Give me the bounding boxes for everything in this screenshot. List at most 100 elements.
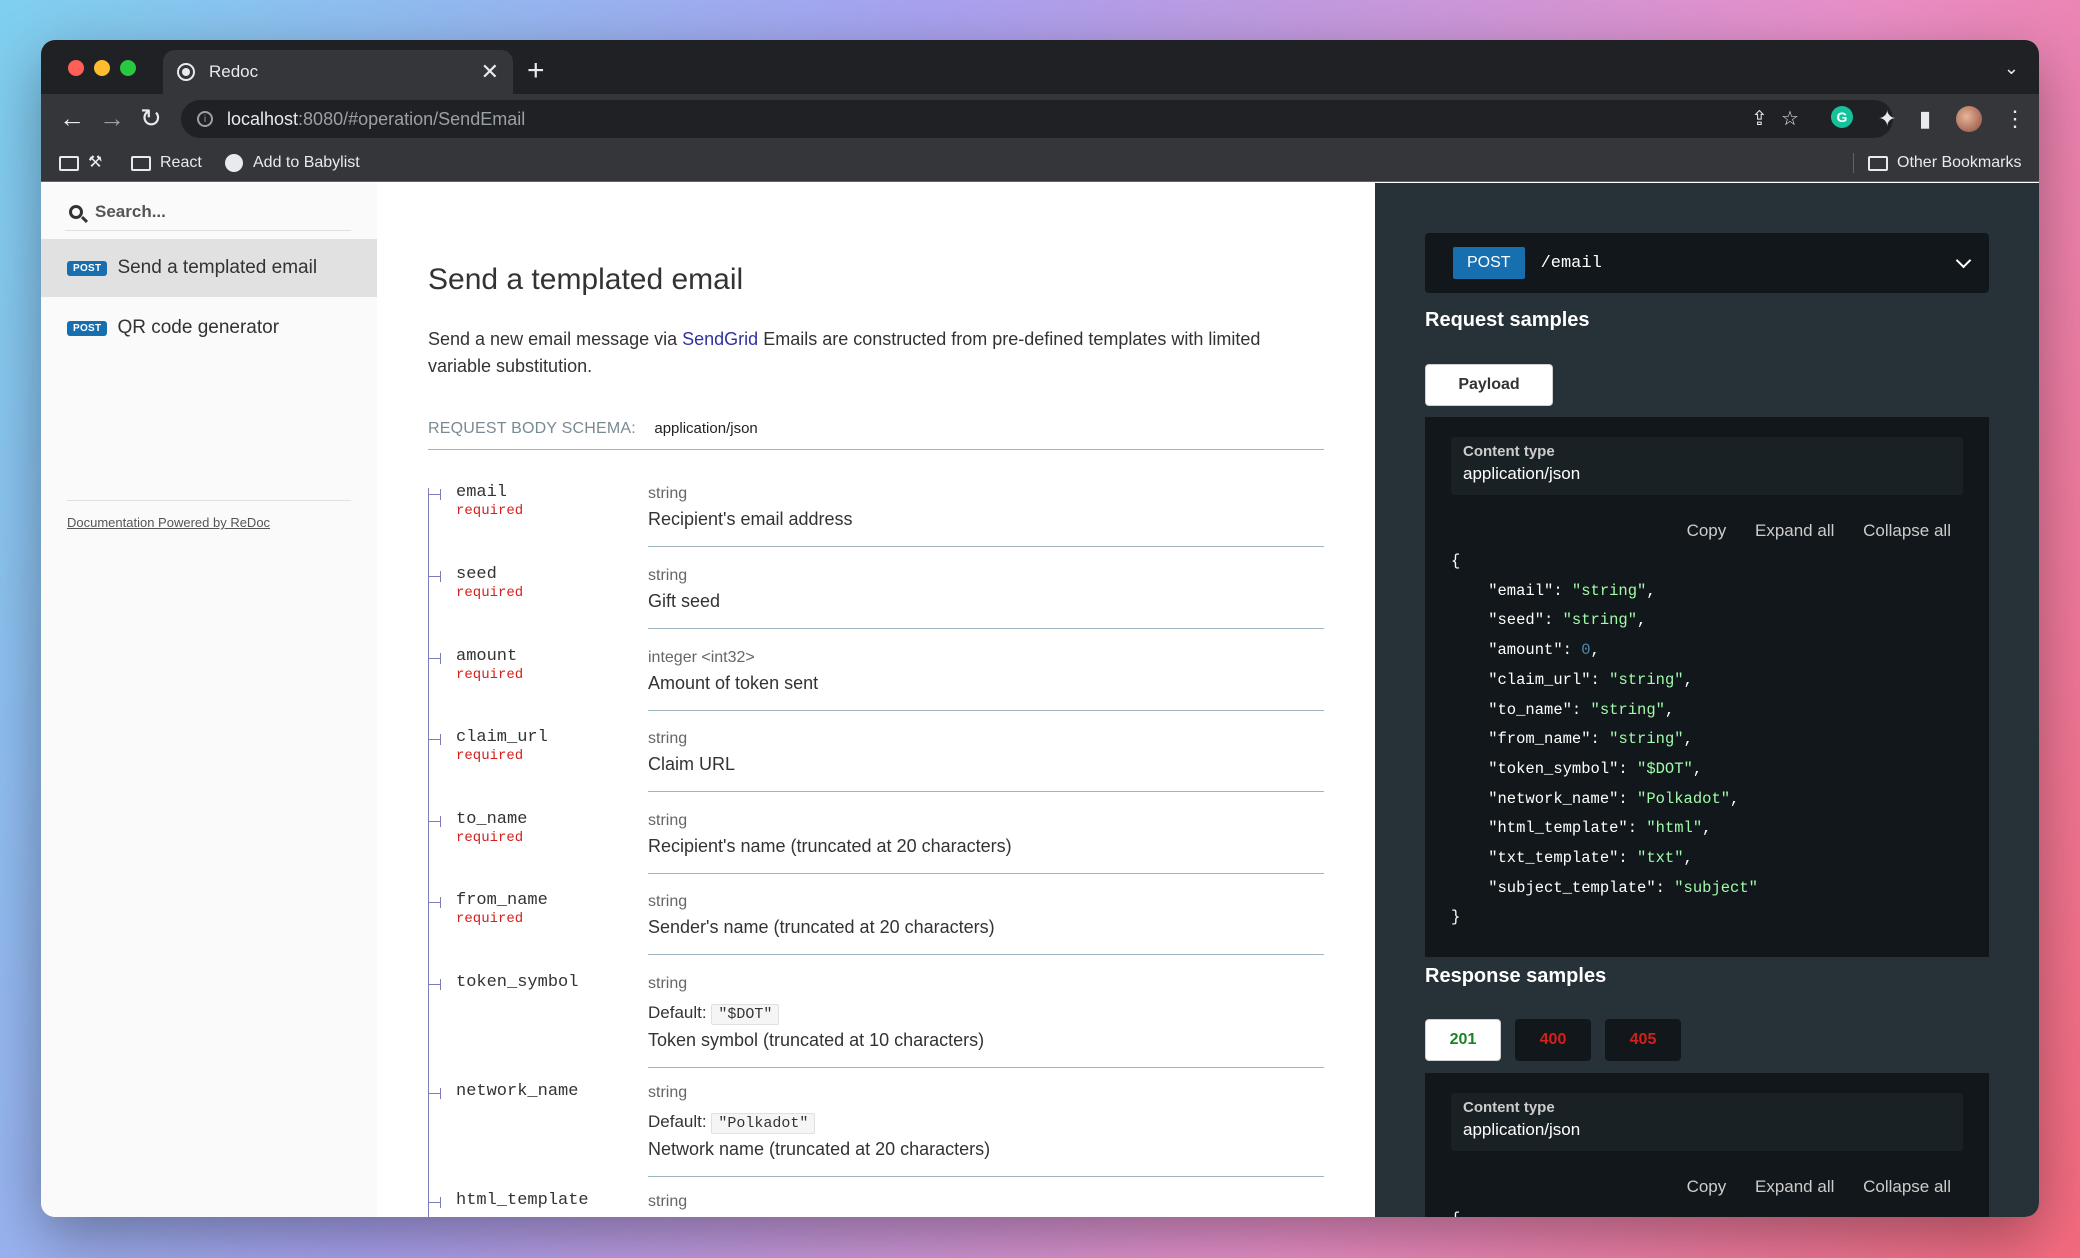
row-divider (648, 546, 1324, 547)
response-tab-405[interactable]: 405 (1605, 1019, 1681, 1061)
json-line: "token_symbol": "$DOT", (1451, 755, 1758, 785)
endpoint-selector[interactable]: POST /email (1425, 233, 1989, 293)
search-input[interactable]: Search... (65, 193, 351, 231)
json-brace: { (1451, 1205, 1460, 1217)
tree-tick (428, 1088, 441, 1099)
property-name: token_symbol (456, 973, 579, 992)
kebab-menu-icon[interactable]: ⋮ (2004, 106, 2026, 132)
page-title: Send a templated email (428, 263, 744, 296)
property-type: string (648, 812, 688, 829)
star-icon[interactable]: ☆ (1781, 100, 1799, 138)
property-name: seed (456, 565, 497, 584)
powered-by-link[interactable]: Documentation Powered by ReDoc (67, 515, 270, 530)
side-panel-icon[interactable]: ▮ (1919, 106, 1931, 132)
json-key: "network_name": (1451, 789, 1638, 808)
json-key: "amount": (1451, 641, 1582, 660)
property-name: claim_url (456, 728, 548, 747)
tab-payload[interactable]: Payload (1425, 364, 1553, 406)
sample-actions: Copy Expand all Collapse all (1663, 1177, 1951, 1197)
endpoint-path: /email (1540, 253, 1602, 273)
row-divider (648, 1176, 1324, 1177)
bookmark-react[interactable]: React (131, 144, 202, 182)
copy-button[interactable]: Copy (1687, 1177, 1727, 1196)
response-sample-box: Content type application/json Copy Expan… (1425, 1073, 1989, 1217)
chevron-down-icon (1955, 252, 1972, 269)
reload-icon[interactable]: ↻ (140, 103, 162, 134)
profile-avatar[interactable] (1956, 106, 1982, 132)
other-bookmarks[interactable]: Other Bookmarks (1868, 144, 2021, 182)
globe-icon (225, 154, 243, 172)
minimize-window-button[interactable] (94, 60, 110, 76)
json-value: 0 (1581, 641, 1591, 660)
json-comma: , (1683, 849, 1693, 868)
back-icon[interactable]: ← (59, 103, 85, 134)
property-name: html_template (456, 1191, 589, 1210)
samples-panel: POST /email Request samples Payload Cont… (1375, 183, 2039, 1217)
property-type: string (648, 485, 688, 502)
property-description: Recipient's email address (648, 509, 853, 529)
property-type: string (648, 1084, 688, 1101)
json-line: "to_name": "string", (1451, 696, 1758, 726)
property-name: network_name (456, 1082, 579, 1101)
info-icon[interactable]: i (197, 111, 213, 127)
property-type: string (648, 975, 688, 992)
address-bar[interactable]: i localhost :8080/#operation/SendEmail ⇪… (181, 100, 1893, 138)
folder-icon (59, 155, 79, 171)
json-key: "txt_template": (1451, 849, 1638, 868)
property-name: to_name (456, 810, 528, 829)
search-icon (69, 204, 83, 219)
chevron-down-icon[interactable]: ⌄ (2004, 58, 2019, 79)
tree-tick (428, 816, 441, 827)
expand-all-button[interactable]: Expand all (1755, 521, 1834, 540)
browser-tab[interactable]: Redoc ✕ (163, 50, 513, 94)
response-tab-400[interactable]: 400 (1515, 1019, 1591, 1061)
share-icon[interactable]: ⇪ (1751, 100, 1768, 138)
tree-tick (428, 1197, 441, 1208)
json-line: "subject_template": "subject" (1451, 874, 1758, 904)
row-divider (648, 954, 1324, 955)
bookmark-apps-folder[interactable]: ⚒ (59, 144, 102, 182)
json-comma: , (1683, 670, 1693, 689)
property-description: Network name (truncated at 20 characters… (648, 1139, 991, 1159)
copy-button[interactable]: Copy (1687, 521, 1727, 540)
json-comma: , (1646, 581, 1656, 600)
json-comma: , (1692, 759, 1703, 778)
tree-tick (428, 653, 441, 664)
tree-tick (428, 897, 441, 908)
sidebar: Search... POST Send a templated email PO… (41, 183, 377, 1217)
grammarly-icon[interactable]: G (1831, 106, 1853, 128)
expand-all-button[interactable]: Expand all (1755, 1177, 1834, 1196)
json-value: "string" (1562, 611, 1638, 630)
maximize-window-button[interactable] (120, 60, 136, 76)
close-tab-icon[interactable]: ✕ (481, 59, 499, 85)
json-key: "to_name": (1451, 700, 1591, 719)
new-tab-icon[interactable]: + (527, 54, 545, 88)
sidebar-item-qr-code[interactable]: POST QR code generator (41, 299, 377, 357)
extensions-icon[interactable]: ✦ (1878, 106, 1896, 132)
bookmark-babylist[interactable]: Add to Babylist (225, 144, 360, 182)
forward-icon[interactable]: → (99, 103, 125, 134)
property-name: email (456, 483, 508, 502)
schema-tree-line (428, 488, 429, 1217)
property-default: Default: "$DOT" (648, 1003, 780, 1025)
json-sample: { "email": "string", "seed": "string", "… (1451, 547, 1758, 933)
collapse-all-button[interactable]: Collapse all (1863, 1177, 1951, 1196)
json-key: "html_template": (1451, 819, 1647, 838)
required-label: required (456, 748, 524, 764)
response-tab-201[interactable]: 201 (1425, 1019, 1501, 1061)
sendgrid-link[interactable]: SendGrid (682, 329, 758, 349)
sample-actions: Copy Expand all Collapse all (1663, 521, 1951, 541)
json-key: "subject_template": (1451, 878, 1675, 897)
tree-tick (428, 979, 441, 990)
property-type: string (648, 1193, 688, 1210)
folder-icon (131, 155, 151, 171)
folder-icon (1868, 155, 1888, 171)
json-key: "token_symbol": (1451, 759, 1638, 778)
tree-tick (428, 489, 441, 500)
json-line: "txt_template": "txt", (1451, 844, 1758, 874)
collapse-all-button[interactable]: Collapse all (1863, 521, 1951, 540)
page-content: Search... POST Send a templated email PO… (41, 183, 2039, 1217)
sidebar-item-send-email[interactable]: POST Send a templated email (41, 239, 377, 297)
required-label: required (456, 911, 524, 927)
close-window-button[interactable] (68, 60, 84, 76)
